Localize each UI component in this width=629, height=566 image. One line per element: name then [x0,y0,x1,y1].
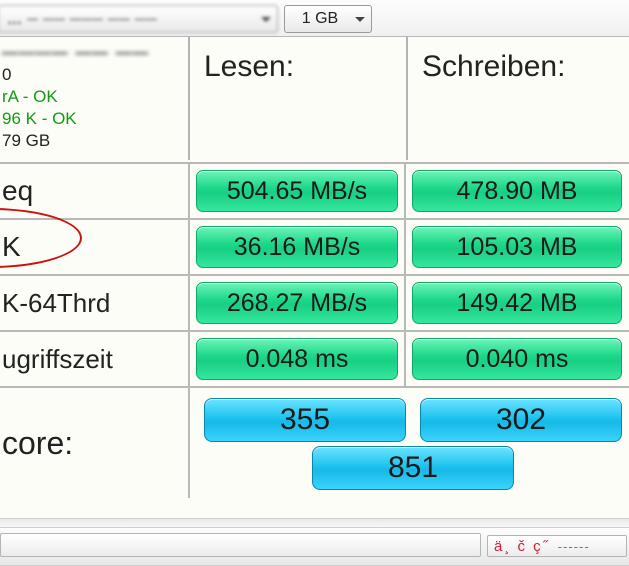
row-label-access: ugriffszeit [0,332,188,386]
result-rows: eq 504.65 MB/s 478.90 MB K 36.16 MB/s 10… [0,162,629,498]
drive-select-label: … ─ ── ─── ── ── [7,11,157,28]
value-4k64-read: 268.27 MB/s [196,282,398,324]
drive-status-b: 96 K - OK [2,108,184,130]
cell-4k64-write: 149.42 MB [404,276,628,330]
row-label-4k64: K-64Thrd [0,276,188,330]
value-seq-write: 478.90 MB [412,170,622,212]
value-4k-read: 36.16 MB/s [196,226,398,268]
cell-4k-write: 105.03 MB [404,220,628,274]
separator-strip [0,518,629,527]
drive-capacity: 79 GB [2,130,184,152]
status-red-text: ä¸ č ç˝ [494,538,550,555]
status-dash: ------ [558,539,590,554]
value-seq-read: 504.65 MB/s [196,170,398,212]
row-label-score: core: [0,388,188,498]
cell-4k-read: 36.16 MB/s [188,220,404,274]
drive-info-panel: ──── ── ── 0 rA - OK 96 K - OK 79 GB [0,36,188,160]
status-bar: ä¸ č ç˝ ------ [0,527,629,565]
score-read: 355 [204,398,406,442]
score-cell: 355 302 851 [188,388,629,498]
value-4k64-write: 149.42 MB [412,282,622,324]
row-access: ugriffszeit 0.048 ms 0.040 ms [0,330,629,386]
score-total: 851 [312,446,514,490]
drive-status-a: rA - OK [2,86,184,108]
cell-seq-write: 478.90 MB [404,164,628,218]
value-access-write: 0.040 ms [412,338,622,380]
status-segment-2: ä¸ č ç˝ ------ [487,535,627,557]
cell-seq-read: 504.65 MB/s [188,164,404,218]
cell-access-write: 0.040 ms [404,332,628,386]
cell-4k64-read: 268.27 MB/s [188,276,404,330]
row-score: core: 355 302 851 [0,386,629,498]
score-write: 302 [420,398,622,442]
value-4k-write: 105.03 MB [412,226,622,268]
cell-access-read: 0.048 ms [188,332,404,386]
status-segment-1 [0,533,481,557]
value-access-read: 0.048 ms [196,338,398,380]
column-header-write: Schreiben: [406,36,629,160]
drive-firmware: 0 [2,64,184,86]
toolbar: … ─ ── ─── ── ── 1 GB [0,0,629,37]
drive-model: ──── ── ── [2,42,184,64]
test-size-dropdown[interactable]: 1 GB [284,5,372,33]
row-label-4k: K [0,220,188,274]
row-label-seq: eq [0,164,188,218]
row-4k: K 36.16 MB/s 105.03 MB [0,218,629,274]
drive-select-dropdown[interactable]: … ─ ── ─── ── ── [0,5,278,33]
column-header-read: Lesen: [188,36,404,160]
benchmark-window: … ─ ── ─── ── ── 1 GB ──── ── ── 0 rA - … [0,0,629,566]
row-4k64: K-64Thrd 268.27 MB/s 149.42 MB [0,274,629,330]
row-seq: eq 504.65 MB/s 478.90 MB [0,162,629,218]
test-size-label: 1 GB [302,10,338,28]
